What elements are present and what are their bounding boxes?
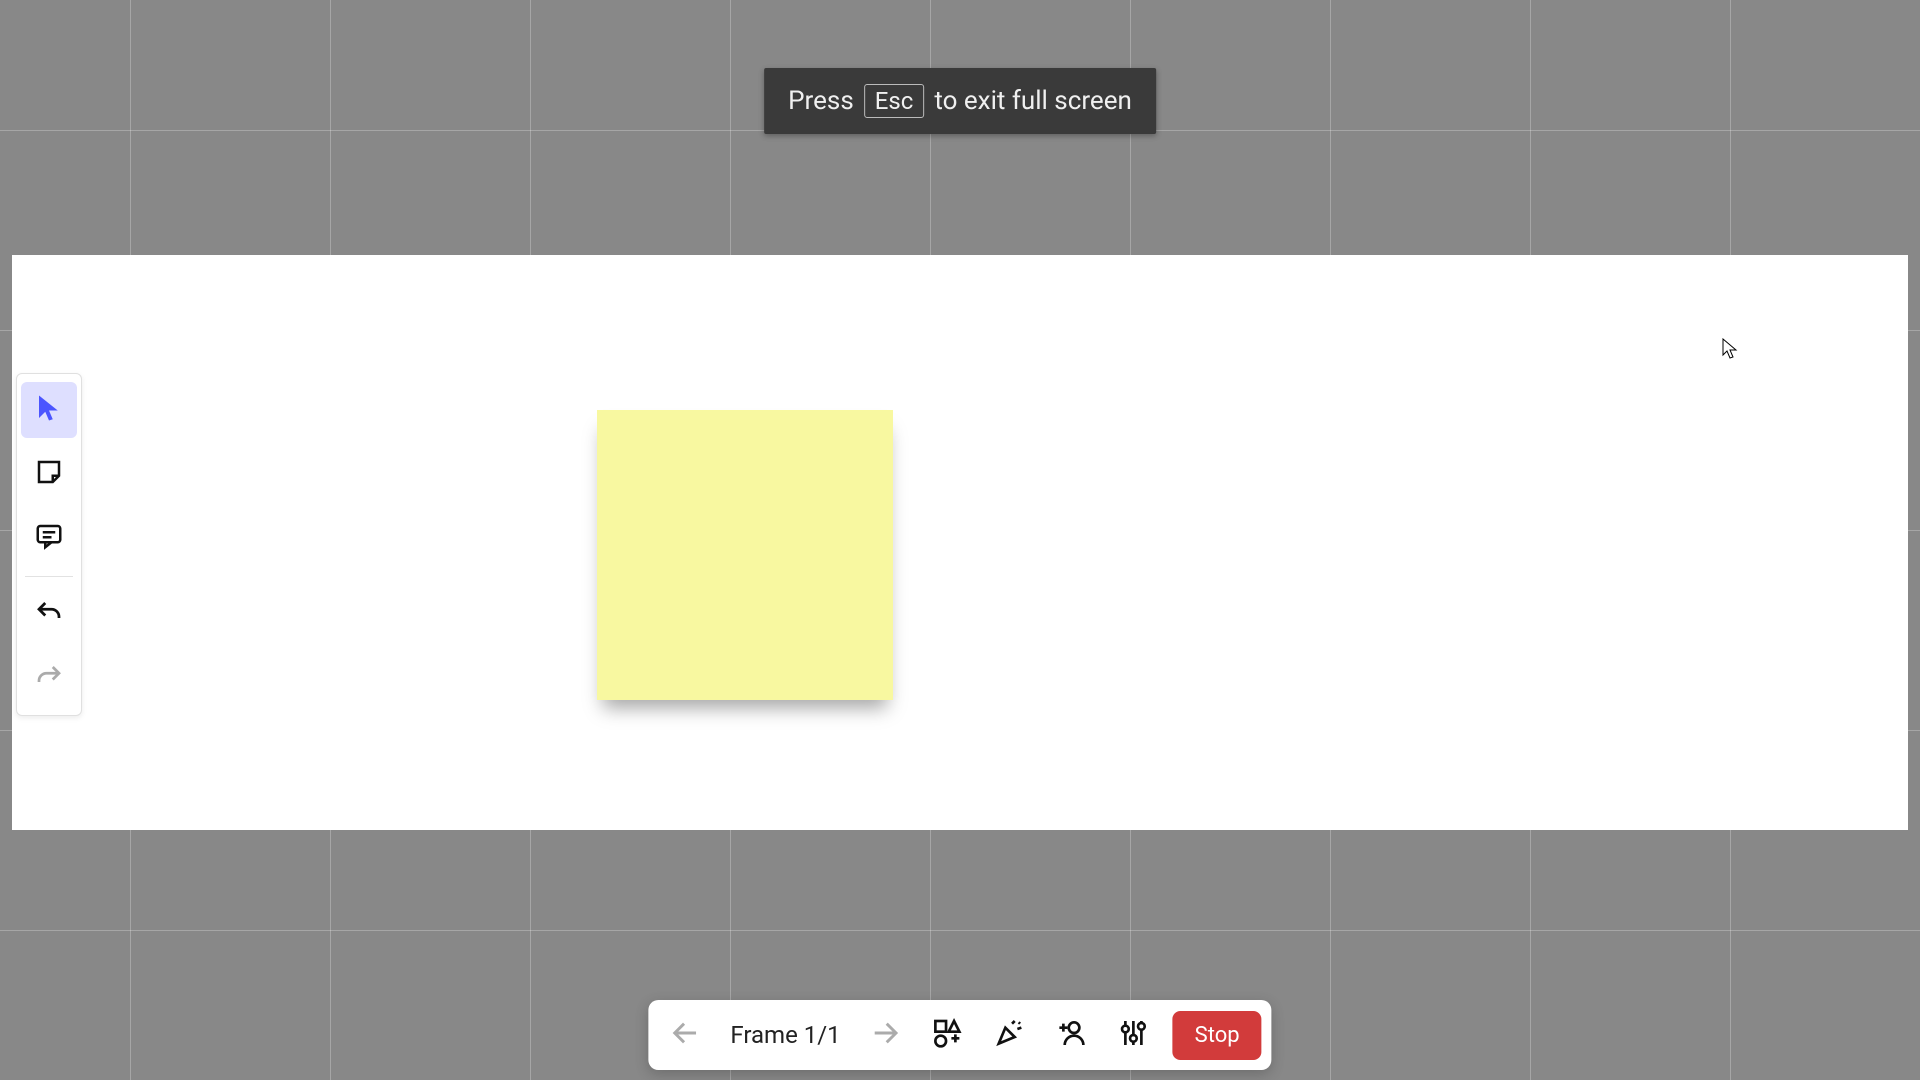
undo-button[interactable] bbox=[21, 587, 77, 643]
confetti-icon bbox=[994, 1017, 1026, 1053]
sticky-note-tool[interactable] bbox=[21, 446, 77, 502]
redo-button[interactable] bbox=[21, 651, 77, 707]
shapes-icon bbox=[932, 1017, 964, 1053]
canvas[interactable] bbox=[12, 255, 1908, 830]
esc-key-badge: Esc bbox=[864, 84, 925, 118]
add-participant-button[interactable] bbox=[1045, 1008, 1099, 1062]
cursor-icon bbox=[34, 393, 64, 427]
reactions-button[interactable] bbox=[983, 1008, 1037, 1062]
arrow-right-icon bbox=[870, 1017, 902, 1053]
redo-icon bbox=[34, 662, 64, 696]
toast-text-after: to exit full screen bbox=[934, 86, 1132, 116]
next-frame-button[interactable] bbox=[859, 1008, 913, 1062]
add-user-icon bbox=[1056, 1017, 1088, 1053]
shapes-button[interactable] bbox=[921, 1008, 975, 1062]
stop-button[interactable]: Stop bbox=[1173, 1011, 1262, 1060]
arrow-left-icon bbox=[669, 1017, 701, 1053]
toolbar-divider bbox=[25, 576, 73, 577]
sticky-note-icon bbox=[34, 457, 64, 491]
presentation-control-bar: Frame 1/1 Stop bbox=[648, 1000, 1271, 1070]
frame-counter: Frame 1/1 bbox=[720, 1021, 850, 1049]
sticky-note[interactable] bbox=[597, 410, 893, 700]
comment-tool[interactable] bbox=[21, 510, 77, 566]
fullscreen-exit-toast: Press Esc to exit full screen bbox=[764, 68, 1156, 134]
side-toolbar bbox=[16, 373, 82, 716]
undo-icon bbox=[34, 598, 64, 632]
comment-icon bbox=[34, 521, 64, 555]
settings-button[interactable] bbox=[1107, 1008, 1161, 1062]
select-tool[interactable] bbox=[21, 382, 77, 438]
prev-frame-button[interactable] bbox=[658, 1008, 712, 1062]
sliders-icon bbox=[1118, 1017, 1150, 1053]
toast-text-before: Press bbox=[788, 86, 854, 116]
